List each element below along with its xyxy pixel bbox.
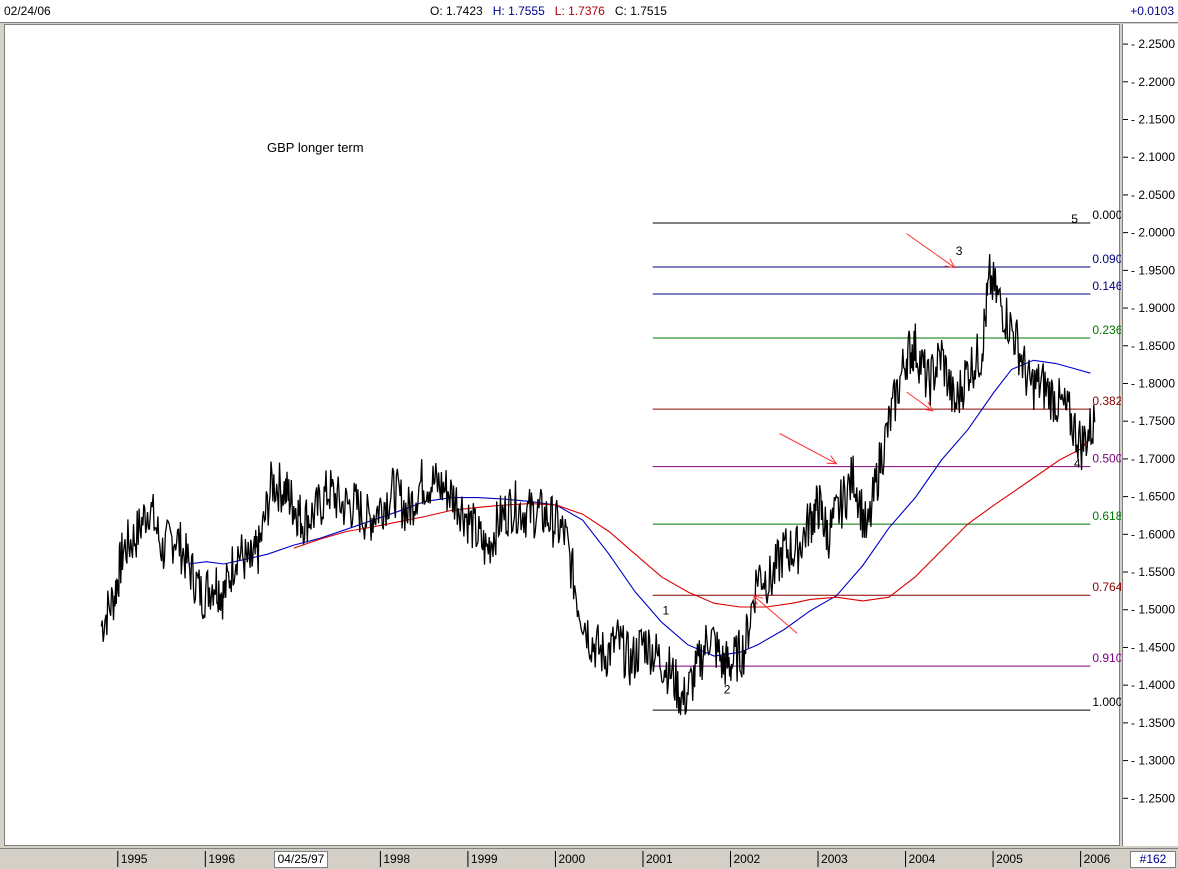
y-tick-label-15: - 1.5000 <box>1131 603 1175 617</box>
wave-label-1: 2 <box>724 683 731 697</box>
y-tick-label-1: - 2.2000 <box>1131 75 1175 89</box>
bar-count-badge: #162 <box>1130 851 1176 868</box>
chart-title: GBP longer term <box>267 140 364 155</box>
x-tick-label-0: 1995 <box>121 852 148 866</box>
y-tick-label-2: - 2.1500 <box>1131 113 1175 127</box>
y-tick-label-8: - 1.8500 <box>1131 339 1175 353</box>
y-axis[interactable]: - 2.2500 - 2.2000 - 2.1500 - 2.1000 - 2.0500… <box>1122 24 1178 846</box>
y-tick-label-18: - 1.3500 <box>1131 716 1175 730</box>
fib-label-1: 0.090 (1.9558) <box>1092 252 1121 266</box>
ohlc-readout: O: 1.7423 H: 1.7555 L: 1.7376 C: 1.7515 <box>430 4 667 18</box>
fib-label-0: 0.000 (2.0141) <box>1092 208 1121 222</box>
x-tick-label-8: 2003 <box>821 852 848 866</box>
y-tick-label-4: - 2.0500 <box>1131 188 1175 202</box>
open-value: O: 1.7423 <box>430 4 483 18</box>
arrow-shaft-2 <box>779 433 837 465</box>
x-tick-label-3: 1998 <box>383 852 410 866</box>
y-tick-label-16: - 1.4500 <box>1131 640 1175 654</box>
x-tick-label-6: 2001 <box>646 852 673 866</box>
x-tick-label-4: 1999 <box>471 852 498 866</box>
close-value: C: 1.7515 <box>614 4 667 18</box>
x-tick-label-5: 2000 <box>558 852 585 866</box>
price-series <box>100 254 1096 716</box>
y-tick-label-13: - 1.6000 <box>1131 527 1175 541</box>
fibonacci-levels: 0.000 (2.0141) 0.090 (1.9558) 0.146 (1.919… <box>652 208 1170 711</box>
fib-label-6: 0.618 (1.6149) <box>1092 509 1121 523</box>
fib-label-3: 0.236 (1.8617) <box>1092 323 1121 337</box>
wave-label-4: 5 <box>1071 212 1078 226</box>
x-tick-label-9: 2004 <box>909 852 936 866</box>
cursor-date-readout: 04/25/97 <box>273 851 329 868</box>
y-tick-label-17: - 1.4000 <box>1131 678 1175 692</box>
chart-plot-area[interactable]: 0.000 (2.0141) 0.090 (1.9558) 0.146 (1.919… <box>4 24 1170 847</box>
y-tick-label-3: - 2.1000 <box>1131 150 1175 164</box>
x-axis[interactable]: 1995199619971998199920002001200220032004… <box>0 848 1178 868</box>
arrow-shaft-3 <box>753 595 798 634</box>
arrow-shaft-1 <box>906 391 934 412</box>
fib-label-2: 0.146 (1.9199) <box>1092 279 1121 293</box>
y-tick-label-14: - 1.5500 <box>1131 565 1175 579</box>
x-tick-label-10: 2005 <box>996 852 1023 866</box>
quote-bar: 02/24/06 O: 1.7423 H: 1.7555 L: 1.7376 C… <box>0 0 1178 23</box>
change-value: +0.0103 <box>1130 4 1174 18</box>
fib-label-7: 0.764 (1.5206) <box>1092 580 1121 594</box>
y-tick-label-0: - 2.2500 <box>1131 37 1175 51</box>
y-tick-label-6: - 1.9500 <box>1131 263 1175 277</box>
y-tick-label-20: - 1.2500 <box>1131 791 1175 805</box>
x-tick-label-11: 2006 <box>1084 852 1111 866</box>
x-tick-label-1: 1996 <box>208 852 235 866</box>
y-tick-label-19: - 1.3000 <box>1131 754 1175 768</box>
x-axis-ticks: 1995199619971998199920002001200220032004… <box>117 851 1111 867</box>
y-tick-label-10: - 1.7500 <box>1131 414 1175 428</box>
wave-label-3: 4 <box>1074 456 1081 470</box>
y-tick-label-7: - 1.9000 <box>1131 301 1175 315</box>
y-tick-label-12: - 1.6500 <box>1131 490 1175 504</box>
y-tick-label-5: - 2.0000 <box>1131 226 1175 240</box>
arrow-shaft-0 <box>906 233 955 268</box>
wave-label-2: 3 <box>956 244 963 258</box>
fib-label-5: 0.500 (1.6911) <box>1092 452 1121 466</box>
x-tick-label-7: 2002 <box>733 852 760 866</box>
wave-label-0: 1 <box>663 604 670 618</box>
y-axis-ticks: - 2.2500 - 2.2000 - 2.1500 - 2.1000 - 2.0500… <box>1123 37 1175 805</box>
wave-labels: 1 2 3 4 5 <box>663 212 1081 697</box>
y-tick-label-9: - 1.8000 <box>1131 376 1175 390</box>
fib-label-9: 1.000 (1.3682) <box>1092 695 1121 709</box>
price-chart[interactable]: 0.000 (2.0141) 0.090 (1.9558) 0.146 (1.919… <box>5 25 1170 847</box>
quote-date: 02/24/06 <box>4 4 51 18</box>
price-line <box>100 254 1096 716</box>
fib-label-8: 0.910 (1.4265) <box>1092 651 1121 665</box>
fib-label-4: 0.382 (1.7674) <box>1092 394 1121 408</box>
high-value: H: 1.7555 <box>492 4 545 18</box>
low-value: L: 1.7376 <box>554 4 605 18</box>
y-tick-label-11: - 1.7000 <box>1131 452 1175 466</box>
